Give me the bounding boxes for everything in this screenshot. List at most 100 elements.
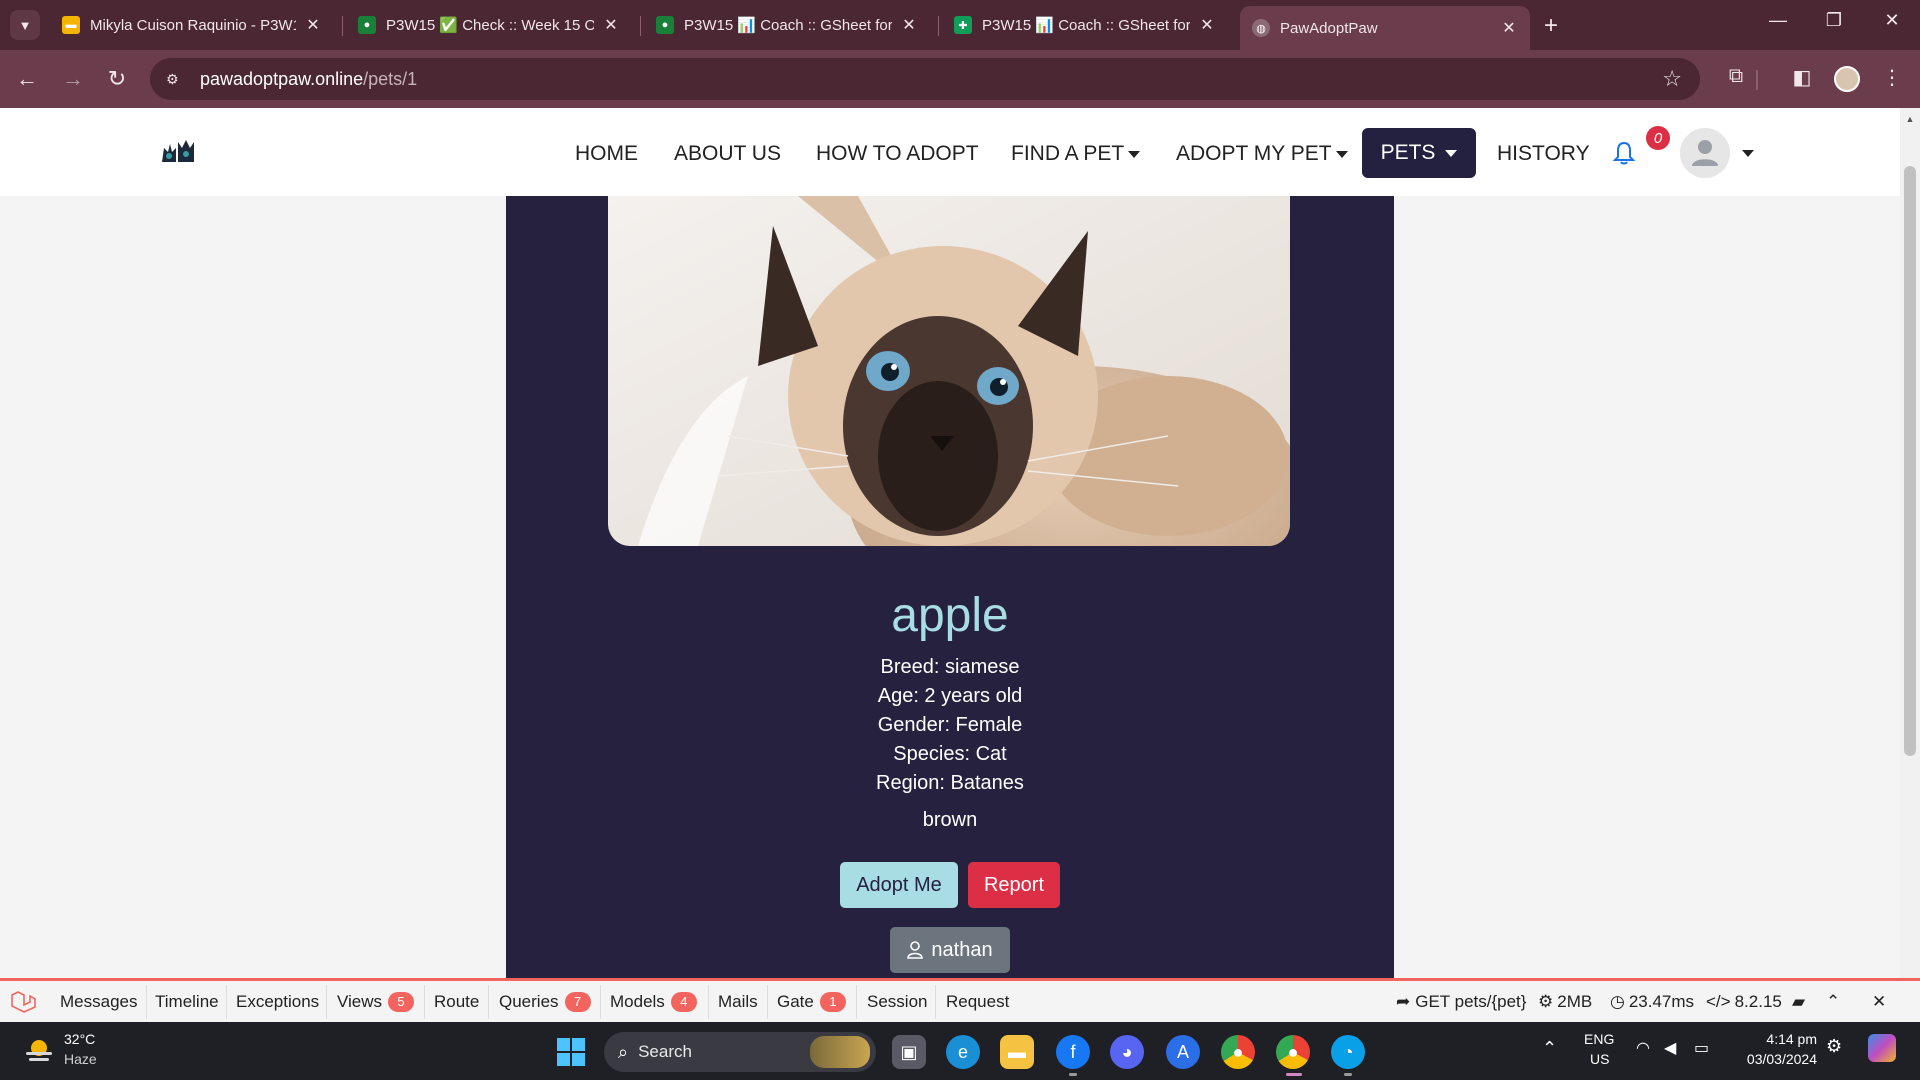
debug-tab-views[interactable]: Views 5 [337,992,415,1012]
slides-icon: ▬ [62,16,80,34]
debug-tab-exceptions[interactable]: Exceptions [236,992,319,1012]
chrome-profile-icon[interactable]: ● [1276,1035,1310,1069]
app-store-icon[interactable]: A [1166,1035,1200,1069]
chrome-icon[interactable]: ● [1221,1035,1255,1069]
region-indicator: US [1590,1051,1610,1067]
volume-icon[interactable]: ◀ [1664,1038,1676,1058]
back-icon[interactable]: ← [12,66,42,92]
windows-start-icon[interactable] [557,1038,585,1066]
running-indicator [1069,1073,1077,1076]
pet-species: Species: Cat [893,743,1007,765]
nav-how-to-adopt[interactable]: HOW TO ADOPT [816,142,979,166]
nav-history[interactable]: HISTORY [1497,142,1590,166]
debug-route-info[interactable]: ➦ GET pets/{pet} [1396,992,1526,1012]
reload-icon[interactable]: ↻ [102,66,132,92]
debug-tab-mails[interactable]: Mails [718,992,758,1012]
models-count-badge: 4 [670,992,697,1012]
paw-logo-icon[interactable] [160,134,196,164]
nav-find-a-pet[interactable]: FIND A PET [1011,142,1141,166]
notification-badge: 0 [1646,126,1670,150]
owner-profile-button[interactable]: nathan [890,927,1010,973]
nav-about-us[interactable]: ABOUT US [674,142,781,166]
debug-tab-request[interactable]: Request [946,992,1009,1012]
debug-separator [856,985,857,1019]
battery-icon[interactable]: ▭ [1694,1038,1709,1058]
debug-tab-timeline[interactable]: Timeline [155,992,219,1012]
tab-search-dropdown-button[interactable]: ▼ [10,10,40,40]
debug-tab-session[interactable]: Session [867,992,927,1012]
weather-condition: Haze [64,1051,97,1067]
queries-count-badge: 7 [564,992,591,1012]
close-tab-icon[interactable]: ✕ [304,15,322,35]
windows-taskbar: 32°C Haze ⌕ Search ▣ e ▬ f ◕ A ● ● ◔ ⌃ E… [0,1022,1920,1080]
close-tab-icon[interactable]: ✕ [1198,15,1216,35]
code-icon: </> [1706,992,1731,1011]
laravel-logo-icon[interactable] [10,991,36,1013]
user-avatar-icon[interactable] [1680,128,1730,178]
folder-open-icon[interactable]: ▰ [1792,992,1805,1012]
user-menu-caret-icon[interactable] [1742,150,1754,157]
forward-icon[interactable]: → [58,66,88,92]
clock-time[interactable]: 4:14 pm [1737,1031,1817,1047]
discord-icon[interactable]: ◕ [1110,1035,1144,1069]
weather-haze-icon[interactable] [24,1036,54,1066]
notification-bell-icon[interactable]: ⚙ [1826,1036,1842,1057]
extensions-icon[interactable]: ⧉ [1722,65,1750,88]
debug-separator [935,985,936,1019]
address-bar[interactable]: ⚙ pawadoptpaw.online/pets/1 ☆ [150,58,1700,100]
debug-separator [488,985,489,1019]
debug-tab-gate[interactable]: Gate 1 [777,992,846,1012]
nav-adopt-my-pet[interactable]: ADOPT MY PET [1176,142,1348,166]
site-settings-icon[interactable]: ⚙ [166,71,188,88]
edge-browser-icon[interactable]: e [946,1035,980,1069]
debug-tab-models[interactable]: Models 4 [610,992,697,1012]
language-indicator[interactable]: ENG [1584,1031,1614,1047]
browser-tab-active[interactable]: ◍ PawAdoptPaw ✕ [1240,6,1530,50]
wifi-icon[interactable]: ◠ [1636,1038,1650,1058]
search-icon: ⌕ [618,1041,629,1062]
facebook-icon[interactable]: f [1056,1035,1090,1069]
profile-avatar-icon[interactable] [1834,66,1860,92]
debug-separator [600,985,601,1019]
debug-tab-messages[interactable]: Messages [60,992,137,1012]
bell-icon[interactable] [1612,140,1636,166]
pet-detail-card: apple Breed: siamese Age: 2 years old Ge… [506,196,1394,978]
report-button[interactable]: Report [968,862,1060,908]
pet-name: apple [891,589,1009,642]
nav-pets[interactable]: PETS [1362,128,1476,178]
nav-home[interactable]: HOME [575,142,638,166]
browser-tab-3[interactable]: ● P3W15 📊 Coach :: GSheet for V ✕ [644,8,930,42]
taskbar-search-box[interactable]: ⌕ Search [604,1032,876,1072]
site-navbar: HOME ABOUT US HOW TO ADOPT FIND A PET AD… [0,108,1900,196]
side-panel-icon[interactable]: ◧ [1788,65,1816,90]
browser-tab-2[interactable]: ● P3W15 ✅ Check :: Week 15 Ou ✕ [346,8,632,42]
task-view-icon[interactable]: ▣ [892,1035,926,1069]
minimize-icon[interactable]: — [1758,10,1798,31]
globe-icon: ◍ [1252,19,1270,37]
new-tab-button[interactable]: + [1544,12,1558,40]
browser-tab-1[interactable]: ▬ Mikyla Cuison Raquinio - P3W1 ✕ [50,8,334,42]
bookmark-star-icon[interactable]: ☆ [1662,66,1682,92]
pet-color: brown [922,809,978,831]
scrollbar-thumb[interactable] [1904,166,1916,756]
adopt-me-button[interactable]: Adopt Me [840,862,958,908]
restore-icon[interactable]: ❐ [1814,10,1854,31]
browser-tab-4[interactable]: ✚ P3W15 📊 Coach :: GSheet for V ✕ [942,8,1228,42]
debug-separator [226,985,227,1019]
close-window-icon[interactable]: ✕ [1872,10,1912,31]
close-debugbar-icon[interactable]: ✕ [1872,992,1886,1012]
file-explorer-icon[interactable]: ▬ [1000,1035,1034,1069]
menu-kebab-icon[interactable]: ⋮ [1878,65,1906,90]
close-tab-icon[interactable]: ✕ [900,15,918,35]
chevron-up-tray-icon[interactable]: ⌃ [1542,1038,1557,1059]
close-tab-icon[interactable]: ✕ [1500,18,1518,38]
close-tab-icon[interactable]: ✕ [602,15,620,35]
clock-date[interactable]: 03/03/2024 [1737,1051,1817,1067]
debug-tab-route[interactable]: Route [434,992,479,1012]
messaging-app-icon[interactable]: ◔ [1331,1035,1365,1069]
debug-tab-queries[interactable]: Queries 7 [499,992,591,1012]
tab-separator [640,16,641,36]
copilot-icon[interactable] [1868,1034,1896,1062]
chevron-up-icon[interactable]: ⌃ [1826,992,1840,1012]
scroll-up-arrow-icon[interactable]: ▲ [1904,114,1916,124]
